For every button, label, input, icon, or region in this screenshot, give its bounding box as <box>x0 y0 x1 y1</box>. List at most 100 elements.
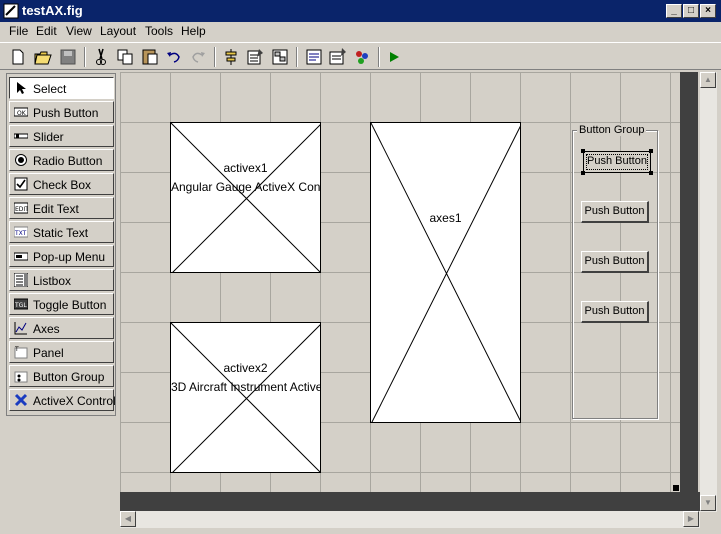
cut-icon[interactable] <box>91 47 111 67</box>
object-browser-icon[interactable] <box>352 47 372 67</box>
palette-label: Edit Text <box>33 202 79 216</box>
selection-handle[interactable] <box>649 171 653 175</box>
menu-edit[interactable]: Edit <box>36 24 57 38</box>
close-button[interactable]: × <box>700 4 716 18</box>
activex2-desc: 3D Aircraft Instrument ActiveX Control <box>171 380 320 394</box>
button-group-icon <box>14 371 28 383</box>
mfile-editor-icon[interactable] <box>304 47 324 67</box>
palette-label: ActiveX Control <box>33 394 116 408</box>
scroll-left-icon[interactable]: ◀ <box>120 511 136 527</box>
palette-label: Check Box <box>33 178 92 192</box>
align-icon[interactable] <box>221 47 241 67</box>
axes1-component[interactable]: axes1 <box>370 122 521 423</box>
axes1-tag: axes1 <box>429 211 462 225</box>
palette-popup-menu[interactable]: Pop-up Menu <box>9 245 114 267</box>
selection-handle[interactable] <box>649 149 653 153</box>
window-title: testAX.fig <box>22 3 83 18</box>
redo-icon[interactable] <box>188 47 208 67</box>
static-text-icon: TXT <box>14 226 28 238</box>
activex2-control[interactable]: activex2 3D Aircraft Instrument ActiveX … <box>170 322 321 473</box>
palette-label: Select <box>33 82 67 96</box>
radio-button-icon <box>15 154 27 166</box>
toggle-button-icon: TGL <box>14 298 28 310</box>
paste-icon[interactable] <box>140 47 160 67</box>
tab-order-icon[interactable] <box>270 47 290 67</box>
palette-label: Static Text <box>33 226 89 240</box>
palette-label: Slider <box>33 130 64 144</box>
menu-file[interactable]: File <box>9 24 28 38</box>
activex1-control[interactable]: activex1 Angular Gauge ActiveX Control <box>170 122 321 273</box>
menu-tools[interactable]: Tools <box>145 24 173 38</box>
run-icon[interactable] <box>384 47 404 67</box>
horizontal-scrollbar[interactable]: ◀ ▶ <box>120 511 700 528</box>
save-icon[interactable] <box>58 47 78 67</box>
svg-text:OK: OK <box>17 110 27 117</box>
minimize-button[interactable]: _ <box>666 4 682 18</box>
resize-handle[interactable] <box>673 485 679 491</box>
palette-label: Listbox <box>33 274 72 288</box>
title-bar[interactable]: testAX.fig _ □ × <box>0 0 721 22</box>
menu-bar: File Edit View Layout Tools Help <box>0 22 721 41</box>
palette-edit-text[interactable]: EDIT Edit Text <box>9 197 114 219</box>
axes-icon <box>14 322 27 335</box>
check-box-icon <box>14 177 28 191</box>
group-push-button-1[interactable]: Push Button <box>583 151 651 173</box>
menu-help[interactable]: Help <box>181 24 206 38</box>
open-icon[interactable] <box>33 47 53 67</box>
palette-button-group[interactable]: Button Group <box>9 365 114 387</box>
new-icon[interactable] <box>8 47 28 67</box>
listbox-icon <box>14 273 28 287</box>
vertical-scrollbar[interactable]: ▲ ▼ <box>700 72 717 512</box>
activex1-desc: Angular Gauge ActiveX Control <box>171 180 321 194</box>
palette-axes[interactable]: Axes <box>9 317 114 339</box>
slider-icon <box>14 133 28 139</box>
placeholder-cross <box>371 123 520 422</box>
property-inspector-icon[interactable] <box>328 47 348 67</box>
activex1-tag: activex1 <box>223 161 268 175</box>
palette-slider[interactable]: Slider <box>9 125 114 147</box>
palette-panel[interactable]: T Panel <box>9 341 114 363</box>
menu-layout[interactable]: Layout <box>100 24 136 38</box>
scroll-up-icon[interactable]: ▲ <box>700 72 716 88</box>
palette-label: Axes <box>33 322 60 336</box>
palette-check-box[interactable]: Check Box <box>9 173 114 195</box>
selection-handle[interactable] <box>581 149 585 153</box>
svg-text:TXT: TXT <box>14 230 27 237</box>
guide-app-icon <box>3 3 19 19</box>
activex-icon <box>14 393 28 407</box>
placeholder-cross <box>171 123 320 272</box>
button-group-panel[interactable]: Button Group Push Button Push Button Pus… <box>572 124 658 419</box>
pointer-icon <box>17 82 26 94</box>
maximize-button[interactable]: □ <box>683 4 699 18</box>
palette-label: Toggle Button <box>33 298 107 312</box>
group-push-button-2[interactable]: Push Button <box>581 201 649 223</box>
menu-view[interactable]: View <box>66 24 92 38</box>
popup-menu-icon <box>14 252 28 261</box>
canvas-boundary-right <box>680 72 698 512</box>
push-button-icon: OK <box>14 107 28 117</box>
group-push-button-3[interactable]: Push Button <box>581 251 649 273</box>
panel-icon: T <box>14 346 28 359</box>
copy-icon[interactable] <box>115 47 135 67</box>
scroll-right-icon[interactable]: ▶ <box>683 511 699 527</box>
layout-canvas[interactable]: activex1 Angular Gauge ActiveX Control a… <box>120 72 680 492</box>
group-push-button-4[interactable]: Push Button <box>581 301 649 323</box>
palette-radio-button[interactable]: Radio Button <box>9 149 114 171</box>
canvas-boundary-bottom <box>120 492 700 511</box>
palette-listbox[interactable]: Listbox <box>9 269 114 291</box>
scroll-down-icon[interactable]: ▼ <box>700 495 716 511</box>
palette-select[interactable]: Select <box>9 77 114 99</box>
palette-push-button[interactable]: OK Push Button <box>9 101 114 123</box>
edit-text-icon: EDIT <box>14 202 28 214</box>
placeholder-cross <box>171 323 320 472</box>
palette-label: Radio Button <box>33 154 103 168</box>
svg-text:TGL: TGL <box>14 302 27 309</box>
undo-icon[interactable] <box>164 47 184 67</box>
menu-editor-icon[interactable] <box>245 47 265 67</box>
palette-toggle-button[interactable]: TGL Toggle Button <box>9 293 114 315</box>
palette-static-text[interactable]: TXT Static Text <box>9 221 114 243</box>
palette-activex-control[interactable]: ActiveX Control <box>9 389 116 411</box>
selection-handle[interactable] <box>581 171 585 175</box>
palette-label: Push Button <box>33 106 99 120</box>
palette-label: Pop-up Menu <box>33 250 106 264</box>
